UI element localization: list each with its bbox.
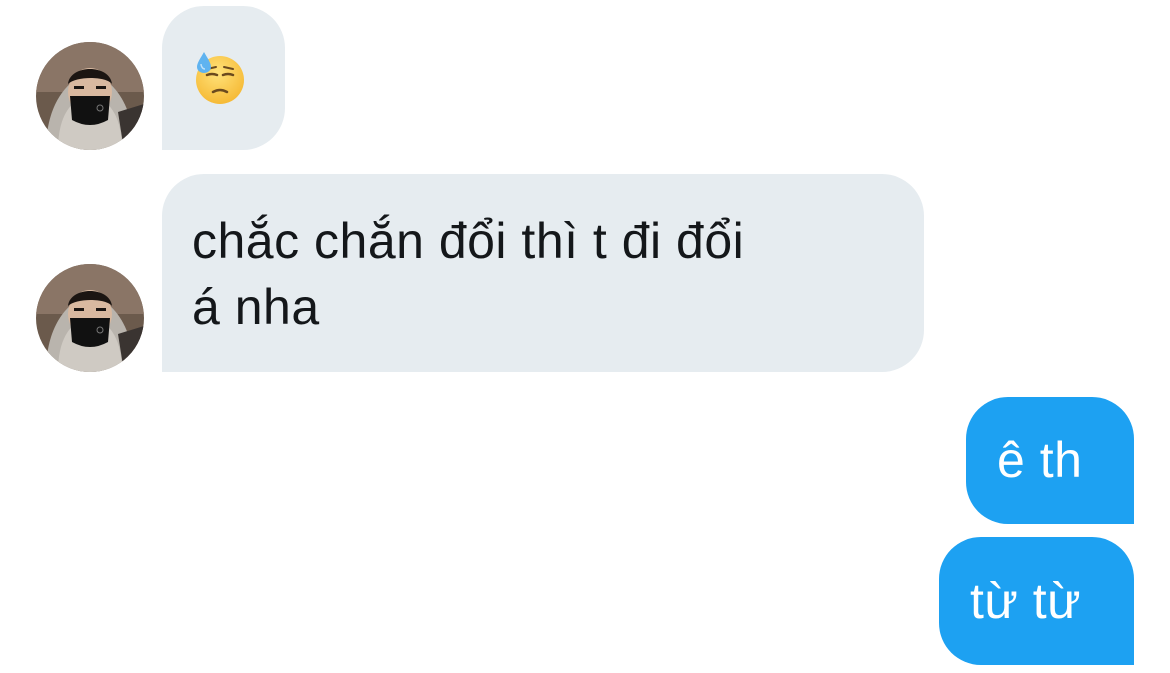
outgoing-message-bubble[interactable]: từ từ — [939, 537, 1134, 665]
downcast-face-with-sweat-icon — [192, 50, 248, 111]
message-text: chắc chắn đổi thì t đi đổi á nha — [192, 213, 745, 335]
contact-avatar[interactable] — [36, 264, 144, 372]
contact-avatar[interactable] — [36, 42, 144, 150]
avatar-photo — [36, 42, 144, 150]
outgoing-message-bubble[interactable]: ê th — [966, 397, 1134, 524]
message-text: từ từ — [970, 573, 1082, 629]
incoming-message-bubble[interactable] — [162, 6, 285, 150]
avatar-photo — [36, 264, 144, 372]
incoming-message-bubble[interactable]: chắc chắn đổi thì t đi đổi á nha — [162, 174, 924, 372]
message-text: ê th — [997, 432, 1083, 488]
